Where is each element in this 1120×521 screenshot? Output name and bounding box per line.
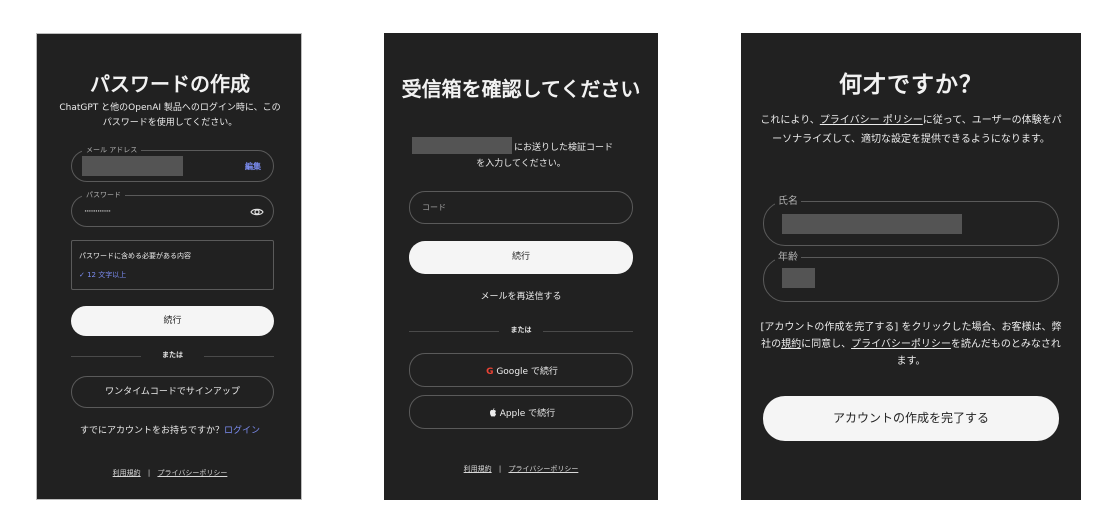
divider-left <box>409 331 499 332</box>
full-name-label: 氏名 <box>775 195 801 208</box>
redacted-email <box>412 137 512 154</box>
consent-text-part: に同意し、 <box>801 339 852 350</box>
privacy-policy-link[interactable]: プライバシー ポリシー <box>820 115 923 126</box>
email-field[interactable]: メール アドレス 編集 <box>71 145 274 182</box>
redacted-name <box>782 214 962 234</box>
continue-button[interactable]: 続行 <box>71 306 274 336</box>
divider-right <box>204 356 274 357</box>
page-title: パスワードの作成 <box>90 72 250 96</box>
age-label: 年齢 <box>775 251 801 264</box>
divider-right <box>543 331 633 332</box>
redacted-age <box>782 268 815 288</box>
apple-icon <box>489 408 496 417</box>
have-account-text: すでにアカウントをお持ちですか？ <box>79 426 225 436</box>
password-requirements: パスワードに含める必要がある内容 ✓ 12 文字以上 <box>71 240 274 290</box>
page-subtitle: ChatGPT と他のOpenAI 製品へのログイン時に、このパスワードを使用し… <box>59 103 281 128</box>
google-button-label: Google で続行 <box>496 367 558 377</box>
otp-signup-button[interactable]: ワンタイムコードでサインアップ <box>71 376 274 408</box>
page-title: 受信箱を確認してください <box>401 77 641 101</box>
terms-link[interactable]: 利用規約 <box>464 465 492 473</box>
sent-code-text: にお送りした検証コード <box>514 143 614 153</box>
terms-link[interactable]: 利用規約 <box>113 469 141 477</box>
create-password-panel: パスワードの作成 ChatGPT と他のOpenAI 製品へのログイン時に、この… <box>36 33 302 500</box>
complete-account-button[interactable]: アカウントの作成を完了する <box>763 396 1059 441</box>
page-title: 何才ですか？ <box>839 72 983 98</box>
password-field-label: パスワード <box>82 190 125 200</box>
privacy-link[interactable]: プライバシーポリシー <box>157 469 227 477</box>
page-subtitle: これにより、プライバシー ポリシーに従って、ユーザーの体験をパーソナライズして、… <box>757 111 1065 149</box>
edit-email-link[interactable]: 編集 <box>245 161 261 172</box>
password-value: ·············· <box>84 207 111 217</box>
enter-code-text: を入力してください。 <box>476 159 566 169</box>
requirement-min-length: ✓ 12 文字以上 <box>79 271 127 279</box>
login-link[interactable]: ログイン <box>224 426 260 436</box>
footer-links: 利用規約 | プライバシーポリシー <box>384 464 658 474</box>
resend-email-link[interactable]: メールを再送信する <box>384 289 658 302</box>
footer-links: 利用規約 | プライバシーポリシー <box>37 468 301 478</box>
login-prompt: すでにアカウントをお持ちですか？ログイン <box>37 423 301 436</box>
subtitle-intro: これにより、 <box>760 115 820 126</box>
password-field[interactable]: パスワード ·············· <box>71 190 274 227</box>
footer-separator: | <box>498 465 502 473</box>
apple-button-label: Apple で続行 <box>499 409 556 419</box>
privacy-link[interactable]: プライバシーポリシー <box>508 465 578 473</box>
show-password-icon[interactable] <box>250 205 264 219</box>
full-name-field[interactable]: 氏名 <box>763 195 1059 246</box>
code-placeholder: コード <box>422 203 446 212</box>
or-separator: または <box>162 351 183 359</box>
or-separator: または <box>510 326 532 334</box>
requirements-title: パスワードに含める必要がある内容 <box>79 252 191 260</box>
age-panel: 何才ですか？ これにより、プライバシー ポリシーに従って、ユーザーの体験をパーソ… <box>741 33 1081 500</box>
verify-email-panel: 受信箱を確認してください にお送りした検証コード を入力してください。 コード … <box>384 33 658 500</box>
terms-link[interactable]: 規約 <box>781 339 801 350</box>
google-icon: G <box>486 367 494 377</box>
age-field[interactable]: 年齢 <box>763 251 1059 302</box>
footer-separator: | <box>147 469 151 477</box>
code-input[interactable]: コード <box>409 191 633 224</box>
consent-text: [アカウントの作成を完了する] をクリックした場合、お客様は、弊社の規約に同意し… <box>757 319 1065 370</box>
google-continue-button[interactable]: G Google で続行 <box>409 353 633 387</box>
privacy-link[interactable]: プライバシーポリシー <box>851 339 951 350</box>
redacted-email <box>82 156 183 176</box>
email-field-label: メール アドレス <box>82 145 142 155</box>
continue-button[interactable]: 続行 <box>409 241 633 274</box>
divider-left <box>71 356 141 357</box>
apple-continue-button[interactable]: Apple で続行 <box>409 395 633 429</box>
